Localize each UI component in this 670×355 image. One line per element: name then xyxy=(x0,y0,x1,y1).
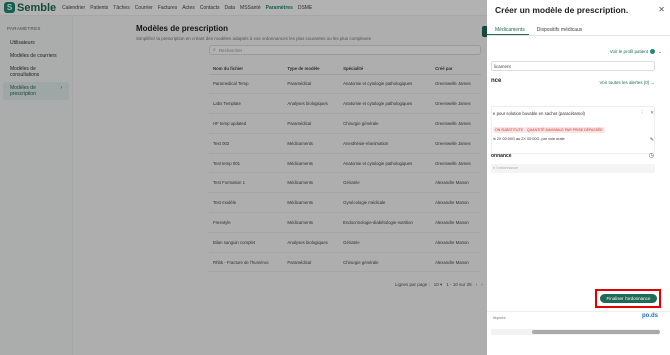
modal-overlay[interactable] xyxy=(0,0,487,355)
view-alerts-label: Voir toutes les alertes (0) xyxy=(599,80,650,85)
arrow-right-icon: → xyxy=(650,80,656,85)
more-options-icon[interactable]: ⋮ xyxy=(640,110,645,116)
chevron-down-icon[interactable]: ⌄ xyxy=(658,49,662,55)
footer-divider xyxy=(487,311,670,312)
posology-text: is 2X 00:00G au 2X 00:00G, par voie oral… xyxy=(493,137,565,141)
finalize-button[interactable]: Finaliser l'ordonnance xyxy=(600,294,657,303)
patient-profile-link[interactable]: Voir le profil patient xyxy=(610,49,655,54)
alerts-heading: nce xyxy=(491,78,502,84)
view-alerts-link[interactable]: Voir toutes les alertes (0) → xyxy=(599,80,655,85)
drawer-tabs: Médicaments Dispositifs médicaux xyxy=(487,24,670,36)
clock-icon[interactable]: ◷ xyxy=(649,152,654,159)
footer-text: lispnée xyxy=(493,315,506,320)
status-badge: ON SUBSTITUTE xyxy=(493,127,526,133)
card-actions: ⋮ ✕ xyxy=(640,110,654,116)
drawer-title: Créer un modèle de prescription. xyxy=(495,5,629,15)
tab-dispositifs[interactable]: Dispositifs médicaux xyxy=(529,24,587,35)
edit-icon[interactable]: ✎ xyxy=(650,137,654,143)
warning-badge: QUANTITÉ MAXIMALE PAR PRISE DÉPASSÉE xyxy=(525,127,605,133)
close-icon[interactable]: ✕ xyxy=(658,5,665,14)
duration-label: onnance xyxy=(491,153,512,159)
partner-logo: po.ds xyxy=(642,313,658,319)
tab-medicaments[interactable]: Médicaments xyxy=(487,24,529,35)
close-icon[interactable]: ✕ xyxy=(650,110,654,116)
duration-field[interactable]: e l'ordonnance xyxy=(491,164,655,173)
status-dot-icon xyxy=(650,49,655,54)
scrollbar-thumb[interactable] xyxy=(532,330,660,334)
patient-profile-label: Voir le profil patient xyxy=(609,49,648,54)
medication-field[interactable]: licament xyxy=(491,61,655,71)
medication-name: e pour solution buvable en sachet (parac… xyxy=(493,111,585,116)
